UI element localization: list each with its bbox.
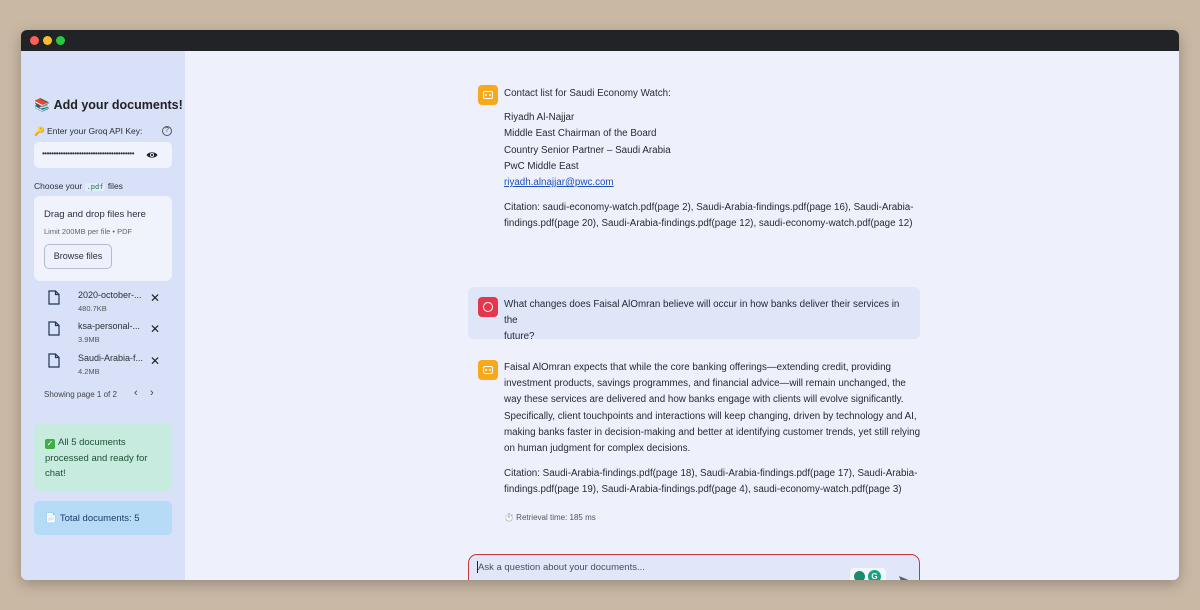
help-icon[interactable]: ? — [162, 126, 172, 136]
chevron-right-icon[interactable]: › — [150, 387, 154, 399]
message-line: investment products, savings programmes,… — [504, 378, 906, 390]
choose-files-label: Choose your .pdf files — [34, 181, 123, 191]
file-size: 4.2MB — [78, 367, 100, 376]
close-window-button[interactable] — [30, 36, 39, 45]
sidebar: 📚 Add your documents! 🔑 Enter your Groq A… — [21, 51, 185, 580]
file-icon — [48, 353, 60, 368]
dropzone-limit: Limit 200MB per file • PDF — [44, 227, 133, 236]
citation-line: findings.pdf(page 19), Saudi-Arabia-find… — [504, 484, 902, 496]
send-icon[interactable] — [898, 575, 912, 580]
sidebar-title: 📚 Add your documents! — [34, 98, 183, 112]
citation-line: findings.pdf(page 20), Saudi-Arabia-find… — [504, 218, 913, 230]
minimize-window-button[interactable] — [43, 36, 52, 45]
app-window: 📚 Add your documents! 🔑 Enter your Groq A… — [21, 30, 1179, 580]
dropzone-title: Drag and drop files here — [44, 209, 146, 220]
message-line: PwC Middle East — [504, 160, 579, 172]
info-alert: 📄 Total documents: 5 — [34, 501, 172, 535]
chat-area: Contact list for Saudi Economy Watch: Ri… — [185, 51, 1179, 580]
browse-files-button[interactable]: Browse files — [44, 244, 112, 269]
close-icon[interactable]: ✕ — [150, 354, 160, 368]
file-name: Saudi-Arabia-f... — [78, 353, 144, 363]
api-key-label: 🔑 Enter your Groq API Key: — [34, 126, 143, 136]
email-link[interactable]: riyadh.alnajjar@pwc.com — [504, 177, 614, 188]
citation-line: Citation: Saudi-Arabia-findings.pdf(page… — [504, 468, 918, 480]
check-icon: ✓ — [45, 439, 55, 449]
message-line: Riyadh Al-Najjar — [504, 112, 575, 124]
close-icon[interactable]: ✕ — [150, 322, 160, 336]
book-icon: 📚 — [34, 98, 50, 112]
document-icon: 📄 — [45, 513, 57, 524]
pagination-text: Showing page 1 of 2 — [44, 390, 117, 399]
bot-avatar-icon — [478, 85, 498, 105]
message-line: Contact list for Saudi Economy Watch: — [504, 88, 671, 99]
message-line: Country Senior Partner – Saudi Arabia — [504, 144, 671, 156]
eye-icon[interactable] — [146, 150, 158, 160]
success-message: All 5 documents processed and ready for … — [45, 437, 148, 479]
api-key-input[interactable]: •••••••••••••••••••••••••••••••••••••••• — [34, 142, 172, 168]
bot-avatar-icon — [478, 360, 498, 380]
chevron-left-icon[interactable]: ‹ — [134, 387, 138, 399]
message-line: way these services are delivered and how… — [504, 394, 904, 406]
file-name: ksa-personal-... — [78, 321, 141, 331]
assistant-message: Contact list for Saudi Economy Watch: Ri… — [504, 86, 924, 233]
user-avatar-icon — [478, 297, 498, 317]
assistant-message: Faisal AlOmran expects that while the co… — [504, 360, 929, 499]
file-dropzone[interactable]: Drag and drop files here Limit 200MB per… — [34, 196, 172, 281]
message-line: making banks faster in decision-making a… — [504, 426, 921, 438]
message-line: future? — [504, 331, 535, 343]
file-item: ksa-personal-... 3.9MB ✕ — [48, 321, 173, 351]
file-item: 2020-october-... 480.7KB ✕ — [48, 290, 173, 320]
file-icon — [48, 290, 60, 305]
message-line: Specifically, client touchpoints and int… — [504, 410, 917, 422]
message-line: Middle East Chairman of the Board — [504, 128, 657, 140]
message-line: on human judgment for complex decisions. — [504, 443, 691, 455]
chat-input-placeholder: Ask a question about your documents... — [478, 562, 645, 573]
title-bar — [21, 30, 1179, 51]
retrieval-time: ⏱️ Retrieval time: 185 ms — [504, 513, 596, 522]
file-size: 3.9MB — [78, 335, 100, 344]
api-key-value: •••••••••••••••••••••••••••••••••••••••• — [42, 149, 135, 158]
file-item: Saudi-Arabia-f... 4.2MB ✕ — [48, 353, 173, 383]
maximize-window-button[interactable] — [56, 36, 65, 45]
lightbulb-icon[interactable] — [854, 571, 865, 580]
grammarly-widget[interactable]: G — [850, 568, 886, 580]
message-line: What changes does Faisal AlOmran believe… — [504, 299, 900, 327]
chat-input[interactable]: Ask a question about your documents... G — [468, 554, 920, 580]
success-alert: ✓ All 5 documents processed and ready for… — [34, 424, 172, 491]
file-icon — [48, 321, 60, 336]
user-message: What changes does Faisal AlOmran believe… — [504, 297, 914, 346]
grammarly-icon[interactable]: G — [868, 570, 881, 580]
total-documents: Total documents: 5 — [59, 513, 140, 524]
file-size: 480.7KB — [78, 304, 107, 313]
citation-line: Citation: saudi-economy-watch.pdf(page 2… — [504, 202, 914, 214]
close-icon[interactable]: ✕ — [150, 291, 160, 305]
file-name: 2020-october-... — [78, 290, 142, 300]
message-line: Faisal AlOmran expects that while the co… — [504, 362, 892, 373]
